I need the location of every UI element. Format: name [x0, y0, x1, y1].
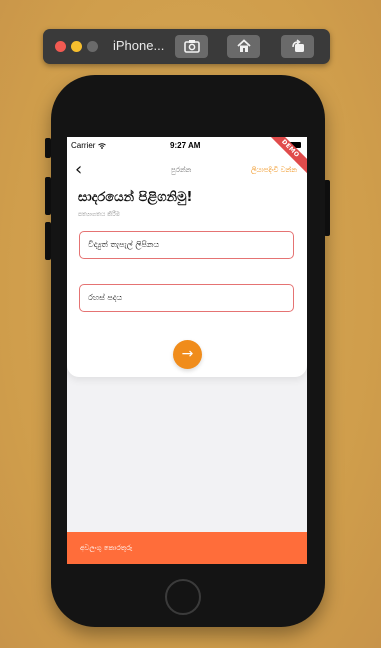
- home-button[interactable]: [227, 35, 260, 58]
- status-time: 9:27 AM: [170, 141, 201, 150]
- rotate-button[interactable]: [281, 35, 314, 58]
- login-card: Carrier 9:27 AM ‹ පුරන්න ලියාපදිංචි වන්න…: [67, 137, 307, 377]
- footer-bar[interactable]: අවලංගු කොරතුරු: [67, 532, 307, 564]
- nav-title: පුරන්න: [171, 166, 192, 174]
- back-button[interactable]: ‹: [75, 161, 82, 179]
- screenshot-button[interactable]: [175, 35, 208, 58]
- wifi-icon: [97, 143, 106, 149]
- home-icon: [236, 39, 251, 52]
- login-subheading: පත්‍යාගතය කිරීම: [78, 211, 121, 218]
- rotate-icon: [291, 39, 304, 52]
- close-window-button[interactable]: [55, 41, 66, 52]
- app-screen: Carrier 9:27 AM ‹ පුරන්න ලියාපදිංචි වන්න…: [67, 137, 307, 564]
- arrow-right-icon: →: [181, 346, 194, 362]
- password-field[interactable]: රහස් පදය: [79, 284, 294, 312]
- zoom-window-button[interactable]: [87, 41, 98, 52]
- home-hardware-button[interactable]: [165, 579, 201, 615]
- demo-ribbon: DEMO: [267, 137, 307, 177]
- footer-label[interactable]: අවලංගු කොරතුරු: [80, 544, 132, 553]
- demo-ribbon-label: DEMO: [267, 137, 307, 177]
- simulator-toolbar: iPhone...: [43, 29, 330, 64]
- welcome-heading: සාදරයෙන් පිළිගනිමු!: [78, 190, 193, 205]
- minimize-window-button[interactable]: [71, 41, 82, 52]
- camera-icon: [183, 40, 200, 53]
- next-button[interactable]: →: [173, 340, 202, 369]
- email-field[interactable]: විද්‍යුත් තැපැල් ලිපිනය: [79, 231, 294, 259]
- carrier-label: Carrier: [71, 141, 106, 150]
- simulator-title: iPhone...: [113, 38, 165, 53]
